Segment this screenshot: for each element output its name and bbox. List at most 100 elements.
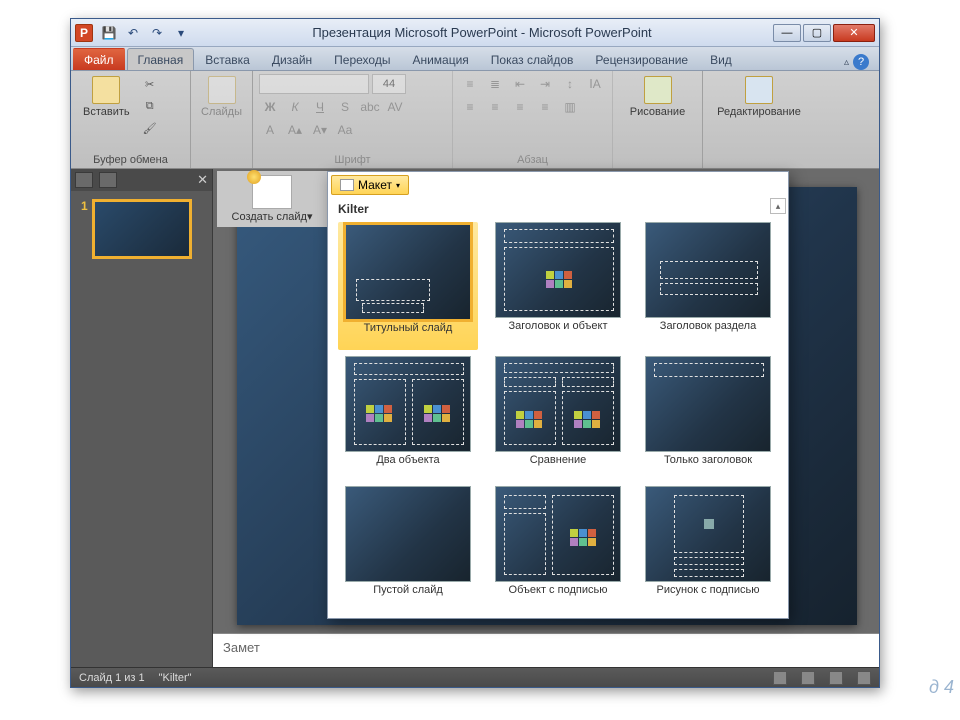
tab-home[interactable]: Главная: [127, 48, 195, 70]
shrink-font-button[interactable]: A▾: [309, 120, 331, 140]
thumb-tab-outline[interactable]: [99, 172, 117, 188]
picture-icon: [704, 519, 714, 529]
close-button[interactable]: ✕: [833, 24, 875, 42]
font-color-button[interactable]: A: [259, 120, 281, 140]
window-title: Презентация Microsoft PowerPoint - Micro…: [191, 25, 773, 40]
gallery-scroll-up[interactable]: ▴: [770, 198, 786, 214]
view-reading-icon[interactable]: [829, 671, 843, 685]
layout-button[interactable]: Макет ▾: [331, 175, 409, 195]
tab-slideshow[interactable]: Показ слайдов: [480, 48, 585, 70]
slide-thumbnail-1[interactable]: 1: [81, 199, 202, 259]
bullets-button[interactable]: ≡: [459, 74, 481, 94]
save-icon[interactable]: 💾: [99, 23, 119, 43]
editing-button[interactable]: Редактирование: [711, 74, 807, 120]
group-font-label: Шрифт: [259, 153, 446, 167]
text-direction-button[interactable]: ⅠA: [584, 74, 606, 94]
grow-font-button[interactable]: A▴: [284, 120, 306, 140]
shapes-icon: [644, 76, 672, 104]
ribbon: Вставить ✂ ⧉ 🖌 Буфер обмена Слайды: [71, 71, 879, 169]
layout-title-content[interactable]: Заголовок и объект: [488, 222, 628, 350]
new-slide-icon: [252, 175, 292, 209]
tab-view[interactable]: Вид: [699, 48, 743, 70]
tab-design[interactable]: Дизайн: [261, 48, 323, 70]
layout-section-header[interactable]: Заголовок раздела: [638, 222, 778, 350]
group-drawing: Рисование: [613, 71, 703, 168]
undo-icon[interactable]: ↶: [123, 23, 143, 43]
tab-review[interactable]: Рецензирование: [584, 48, 699, 70]
notes-pane[interactable]: Замет: [213, 633, 879, 667]
copy-icon[interactable]: ⧉: [140, 96, 160, 116]
tab-transitions[interactable]: Переходы: [323, 48, 401, 70]
app-icon[interactable]: P: [75, 24, 93, 42]
gallery-grid: Титульный слайд Заголовок и объект Загол…: [328, 218, 788, 614]
chevron-down-icon: ▾: [396, 181, 400, 190]
chevron-down-icon: ▾: [307, 211, 313, 223]
minimize-button[interactable]: —: [773, 24, 801, 42]
format-painter-icon[interactable]: 🖌: [140, 118, 160, 138]
align-right-button[interactable]: ≡: [509, 97, 531, 117]
layout-blank[interactable]: Пустой слайд: [338, 486, 478, 610]
numbering-button[interactable]: ≣: [484, 74, 506, 94]
indent-dec-button[interactable]: ⇤: [509, 74, 531, 94]
help-icon[interactable]: ?: [853, 54, 869, 70]
titlebar: P 💾 ↶ ↷ ▾ Презентация Microsoft PowerPoi…: [71, 19, 879, 47]
ribbon-minimize-icon[interactable]: ▵: [844, 57, 849, 68]
indent-inc-button[interactable]: ⇥: [534, 74, 556, 94]
view-slideshow-icon[interactable]: [857, 671, 871, 685]
columns-button[interactable]: ▥: [559, 97, 581, 117]
layout-picture-caption[interactable]: Рисунок с подписью: [638, 486, 778, 610]
underline-button[interactable]: Ч: [309, 97, 331, 117]
align-left-button[interactable]: ≡: [459, 97, 481, 117]
shadow-button[interactable]: S: [334, 97, 356, 117]
slides-button[interactable]: Слайды: [195, 74, 248, 120]
qat-dropdown-icon[interactable]: ▾: [171, 23, 191, 43]
new-slide-button[interactable]: Создать слайд▾: [221, 175, 323, 223]
layout-comparison[interactable]: Сравнение: [488, 356, 628, 480]
window-controls: — ▢ ✕: [773, 24, 875, 42]
strike-button[interactable]: abc: [359, 97, 381, 117]
bold-button[interactable]: Ж: [259, 97, 281, 117]
thumbnail-tabs: ✕: [71, 169, 212, 191]
tab-file[interactable]: Файл: [73, 48, 125, 70]
thumb-preview: [92, 199, 192, 259]
group-font: 44 Ж К Ч S abc AV A A▴ A▾ Aa Шрифт: [253, 71, 453, 168]
spacing-button[interactable]: AV: [384, 97, 406, 117]
group-editing-label: [709, 165, 809, 167]
italic-button[interactable]: К: [284, 97, 306, 117]
layout-title-only[interactable]: Только заголовок: [638, 356, 778, 480]
layout-button-label: Макет: [358, 178, 392, 192]
maximize-button[interactable]: ▢: [803, 24, 831, 42]
tab-insert[interactable]: Вставка: [194, 48, 261, 70]
font-size-combo[interactable]: 44: [372, 74, 406, 94]
drawing-button[interactable]: Рисование: [624, 74, 691, 120]
paste-icon: [92, 76, 120, 104]
drawing-label: Рисование: [630, 106, 685, 118]
corner-text: д 4: [929, 677, 954, 698]
clear-format-button[interactable]: Aa: [334, 120, 356, 140]
line-spacing-button[interactable]: ↕: [559, 74, 581, 94]
thumb-tab-slides[interactable]: [75, 172, 93, 188]
gallery-section-title: Kilter: [328, 198, 788, 218]
statusbar: Слайд 1 из 1 "Kilter": [71, 667, 879, 687]
redo-icon[interactable]: ↷: [147, 23, 167, 43]
cut-icon[interactable]: ✂: [140, 74, 160, 94]
view-sorter-icon[interactable]: [801, 671, 815, 685]
layout-gallery: Макет ▾ ▴ Kilter Титульный слайд Заголов…: [327, 171, 789, 619]
group-paragraph: ≡ ≣ ⇤ ⇥ ↕ ⅠA ≡ ≡ ≡ ≡ ▥ Абзац: [453, 71, 613, 168]
justify-button[interactable]: ≡: [534, 97, 556, 117]
status-slide-count: Слайд 1 из 1: [79, 672, 145, 684]
group-drawing-label: [619, 165, 696, 167]
thumb-close-icon[interactable]: ✕: [197, 172, 208, 188]
layout-content-caption[interactable]: Объект с подписью: [488, 486, 628, 610]
new-slide-label: Создать слайд: [232, 211, 307, 223]
ribbon-tabs: Файл Главная Вставка Дизайн Переходы Ани…: [71, 47, 879, 71]
view-normal-icon[interactable]: [773, 671, 787, 685]
quick-access-toolbar: 💾 ↶ ↷ ▾: [99, 23, 191, 43]
layout-two-content[interactable]: Два объекта: [338, 356, 478, 480]
tab-animations[interactable]: Анимация: [401, 48, 479, 70]
font-name-combo[interactable]: [259, 74, 369, 94]
align-center-button[interactable]: ≡: [484, 97, 506, 117]
layout-title-slide[interactable]: Титульный слайд: [338, 222, 478, 350]
thumb-number: 1: [81, 199, 88, 259]
paste-button[interactable]: Вставить: [77, 74, 136, 120]
